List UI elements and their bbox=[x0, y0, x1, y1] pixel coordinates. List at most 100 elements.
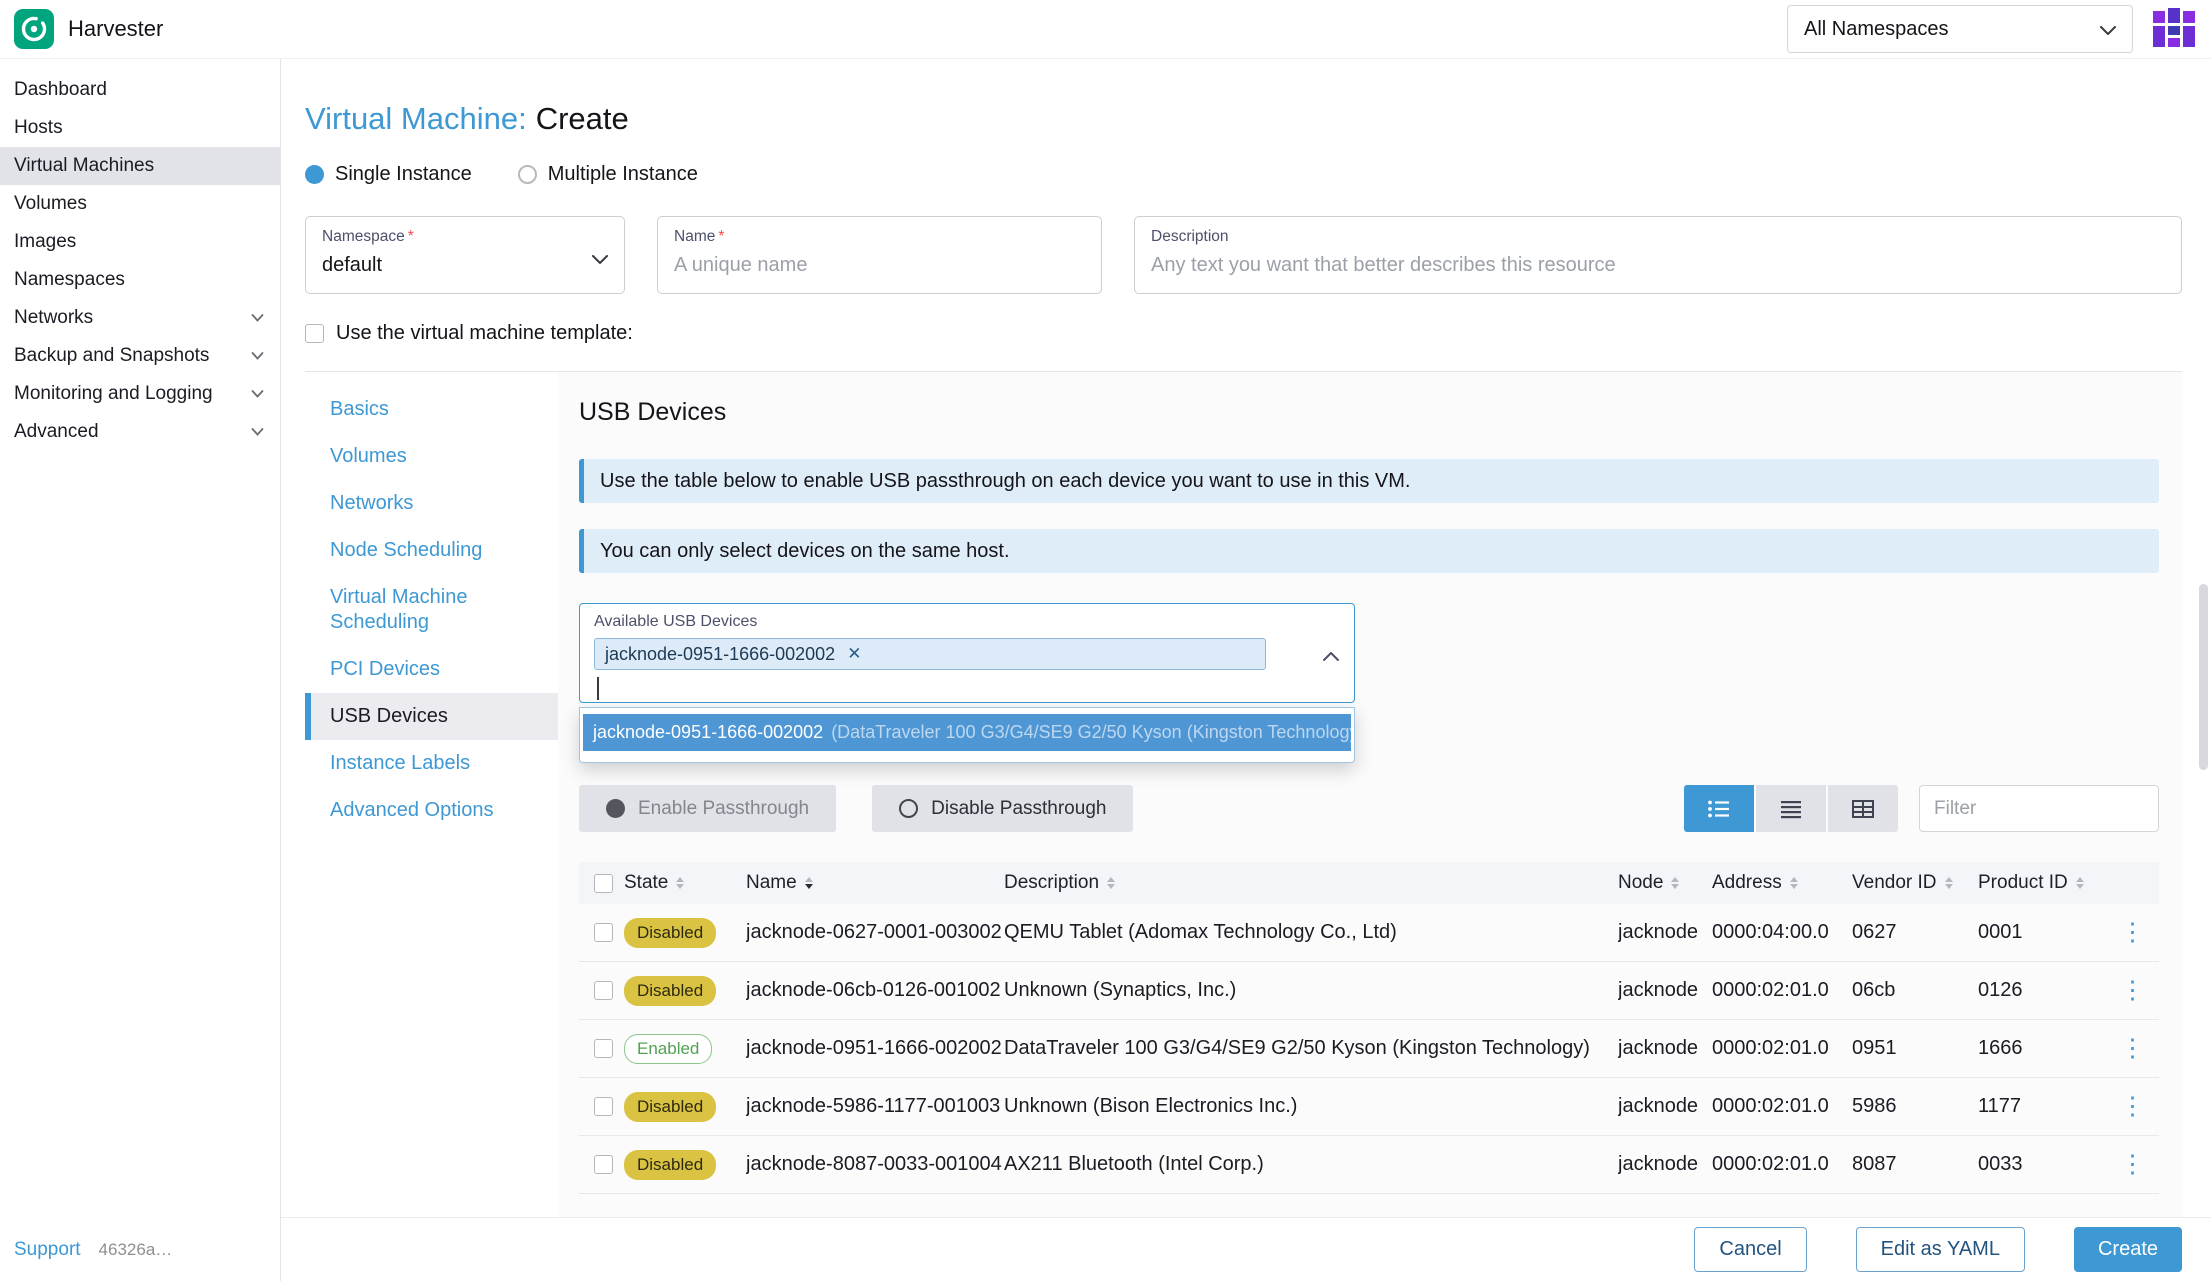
sidebar-item-images[interactable]: Images bbox=[0, 223, 280, 261]
tab-usb-devices[interactable]: USB Devices bbox=[305, 693, 558, 740]
sidebar-item-dashboard[interactable]: Dashboard bbox=[0, 71, 280, 109]
row-actions-button[interactable]: ⋮ bbox=[2120, 978, 2145, 1003]
namespace-select[interactable]: Namespace * default bbox=[305, 216, 625, 294]
support-link[interactable]: Support bbox=[14, 1239, 81, 1261]
available-usb-devices-select[interactable]: Available USB Devices jacknode-0951-1666… bbox=[579, 603, 1355, 703]
tab-pci-devices[interactable]: PCI Devices bbox=[305, 646, 558, 693]
disable-passthrough-button[interactable]: Disable Passthrough bbox=[872, 785, 1134, 832]
field-label: Name bbox=[674, 228, 716, 245]
column-label: Name bbox=[746, 872, 797, 893]
vendor-id: 0951 bbox=[1852, 1037, 1897, 1059]
scrollbar-thumb[interactable] bbox=[2199, 584, 2208, 770]
select-all-checkbox[interactable] bbox=[594, 873, 613, 893]
tab-basics[interactable]: Basics bbox=[305, 386, 558, 433]
tab-networks[interactable]: Networks bbox=[305, 480, 558, 527]
chevron-down-icon bbox=[2100, 18, 2116, 41]
row-checkbox[interactable] bbox=[594, 981, 613, 1000]
column-header-name[interactable]: Name bbox=[746, 872, 1004, 894]
remove-tag-icon[interactable]: ✕ bbox=[847, 644, 861, 664]
radio-selected-icon bbox=[305, 165, 324, 184]
form-tabs: Basics Volumes Networks Node Scheduling Virt… bbox=[305, 372, 558, 1217]
cancel-button[interactable]: Cancel bbox=[1694, 1227, 1807, 1272]
list-view-button[interactable] bbox=[1684, 785, 1754, 832]
panel-title: USB Devices bbox=[579, 398, 727, 426]
state-badge: Enabled bbox=[624, 1033, 713, 1064]
chevron-down-icon bbox=[251, 352, 264, 360]
radio-multiple-instance[interactable]: Multiple Instance bbox=[517, 163, 698, 186]
vendor-id: 0627 bbox=[1852, 921, 1897, 943]
device-address: 0000:02:01.0 bbox=[1712, 1095, 1829, 1117]
user-avatar-identicon[interactable] bbox=[2153, 8, 2195, 50]
row-actions-button[interactable]: ⋮ bbox=[2120, 1036, 2145, 1061]
name-input[interactable] bbox=[674, 254, 1085, 277]
column-header-state[interactable]: State bbox=[624, 872, 746, 894]
chevron-down-icon bbox=[251, 428, 264, 436]
page-title-prefix: Virtual Machine: bbox=[305, 101, 527, 136]
row-actions-button[interactable]: ⋮ bbox=[2120, 1094, 2145, 1119]
create-button[interactable]: Create bbox=[2073, 1227, 2182, 1272]
device-description: DataTraveler 100 G3/G4/SE9 G2/50 Kyson (… bbox=[1004, 1037, 1590, 1059]
column-header-address[interactable]: Address bbox=[1712, 872, 1852, 894]
list-lines-icon bbox=[1781, 800, 1801, 818]
use-template-checkbox[interactable]: Use the virtual machine template: bbox=[305, 322, 633, 345]
radio-label: Multiple Instance bbox=[547, 163, 698, 185]
sidebar-item-backup-and-snapshots[interactable]: Backup and Snapshots bbox=[0, 337, 280, 375]
description-field: Description bbox=[1134, 216, 2182, 294]
row-checkbox[interactable] bbox=[594, 1039, 613, 1058]
tab-virtual-machine-scheduling[interactable]: Virtual Machine Scheduling bbox=[305, 574, 558, 646]
sidebar-item-label: Namespaces bbox=[14, 269, 125, 290]
vendor-id: 5986 bbox=[1852, 1095, 1897, 1117]
tab-instance-labels[interactable]: Instance Labels bbox=[305, 740, 558, 787]
required-asterisk: * bbox=[407, 228, 414, 245]
row-actions-button[interactable]: ⋮ bbox=[2120, 1152, 2145, 1177]
sidebar-item-label: Volumes bbox=[14, 193, 87, 214]
sort-icon bbox=[1671, 876, 1680, 890]
column-header-node[interactable]: Node bbox=[1618, 872, 1712, 894]
table-view-button[interactable] bbox=[1828, 785, 1898, 832]
enable-passthrough-button[interactable]: Enable Passthrough bbox=[579, 785, 837, 832]
table-toolbar: Enable Passthrough Disable Passthrough bbox=[579, 785, 2159, 832]
filter-input[interactable] bbox=[1919, 785, 2159, 832]
sort-icon bbox=[804, 876, 813, 890]
dropdown-option[interactable]: jacknode-0951-1666-002002 (DataTraveler … bbox=[583, 714, 1351, 751]
sidebar-item-networks[interactable]: Networks bbox=[0, 299, 280, 337]
row-checkbox[interactable] bbox=[594, 1155, 613, 1174]
description-input[interactable] bbox=[1151, 254, 2165, 277]
sidebar-item-volumes[interactable]: Volumes bbox=[0, 185, 280, 223]
device-description: Unknown (Synaptics, Inc.) bbox=[1004, 979, 1237, 1001]
tab-volumes[interactable]: Volumes bbox=[305, 433, 558, 480]
brand-home-link[interactable]: Harvester bbox=[14, 9, 163, 49]
device-address: 0000:04:00.0 bbox=[1712, 921, 1829, 943]
sidebar-item-virtual-machines[interactable]: Virtual Machines bbox=[0, 147, 280, 185]
row-actions-button[interactable]: ⋮ bbox=[2120, 920, 2145, 945]
device-address: 0000:02:01.0 bbox=[1712, 979, 1829, 1001]
column-header-product-id[interactable]: Product ID bbox=[1978, 872, 2118, 894]
table-row: Disabled jacknode-0627-0001-003002 QEMU Ta… bbox=[579, 904, 2159, 962]
device-description: QEMU Tablet (Adomax Technology Co., Ltd) bbox=[1004, 921, 1397, 943]
product-id: 1177 bbox=[1978, 1095, 2022, 1117]
text-cursor bbox=[597, 677, 599, 700]
tab-node-scheduling[interactable]: Node Scheduling bbox=[305, 527, 558, 574]
sidebar-item-hosts[interactable]: Hosts bbox=[0, 109, 280, 147]
tab-advanced-options[interactable]: Advanced Options bbox=[305, 787, 558, 834]
compact-view-button[interactable] bbox=[1756, 785, 1826, 832]
sidebar-item-advanced[interactable]: Advanced bbox=[0, 413, 280, 451]
filled-circle-icon bbox=[606, 799, 625, 818]
row-checkbox[interactable] bbox=[594, 1097, 613, 1116]
device-name: jacknode-06cb-0126-001002 bbox=[746, 979, 1001, 1001]
column-header-vendor-id[interactable]: Vendor ID bbox=[1852, 872, 1978, 894]
required-asterisk: * bbox=[718, 228, 725, 245]
radio-single-instance[interactable]: Single Instance bbox=[305, 163, 472, 186]
namespace-filter-select[interactable]: All Namespaces bbox=[1787, 5, 2133, 53]
sidebar-item-namespaces[interactable]: Namespaces bbox=[0, 261, 280, 299]
column-header-description[interactable]: Description bbox=[1004, 872, 1618, 894]
edit-as-yaml-button[interactable]: Edit as YAML bbox=[1855, 1227, 2025, 1272]
sort-icon bbox=[2075, 876, 2084, 890]
sidebar-item-label: Images bbox=[14, 231, 77, 252]
table-row: Enabled jacknode-0951-1666-002002 DataTrav… bbox=[579, 1020, 2159, 1078]
sidebar-item-monitoring-and-logging[interactable]: Monitoring and Logging bbox=[0, 375, 280, 413]
use-template-label: Use the virtual machine template: bbox=[336, 322, 633, 344]
row-checkbox[interactable] bbox=[594, 923, 613, 942]
product-id: 0001 bbox=[1978, 921, 2023, 943]
usb-device-dropdown: jacknode-0951-1666-002002 (DataTraveler … bbox=[579, 707, 1355, 763]
